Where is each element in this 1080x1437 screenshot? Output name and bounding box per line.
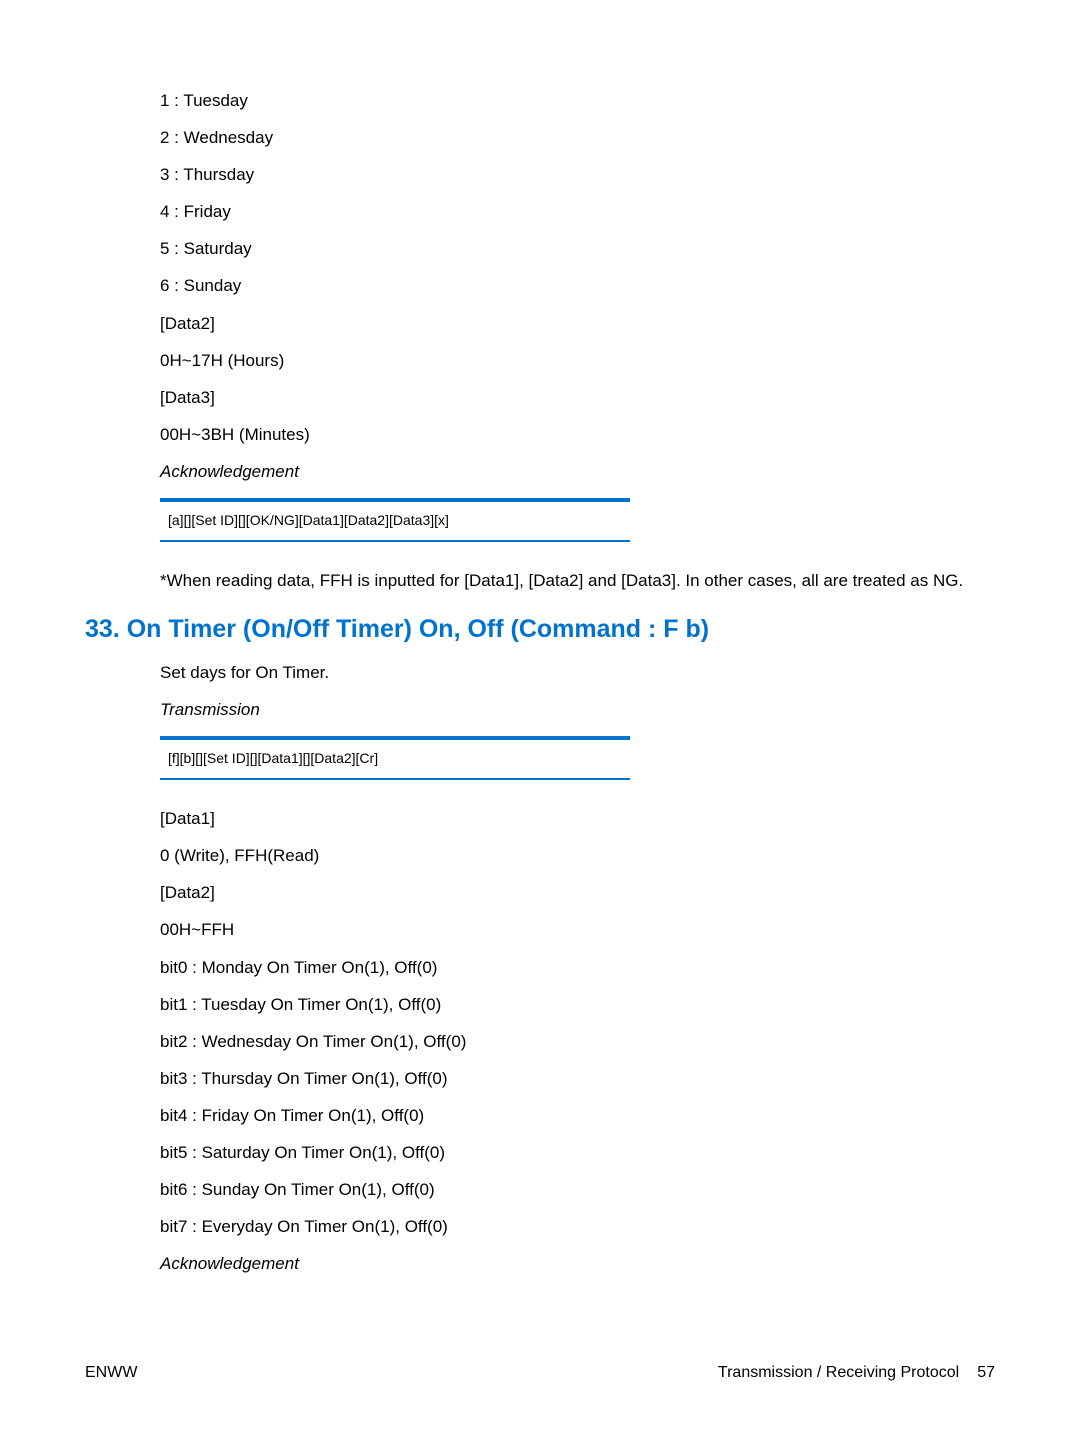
bit-definition: bit2 : Wednesday On Timer On(1), Off(0) <box>160 1031 995 1053</box>
ack-code-box: [a][][Set ID][][OK/NG][Data1][Data2][Dat… <box>160 498 630 542</box>
data2-label: [Data2] <box>160 882 995 904</box>
bit-definition: bit4 : Friday On Timer On(1), Off(0) <box>160 1105 995 1127</box>
section-intro: Set days for On Timer. <box>160 662 995 684</box>
bit-definition: bit1 : Tuesday On Timer On(1), Off(0) <box>160 994 995 1016</box>
data1-label: [Data1] <box>160 808 995 830</box>
day-mapping: 3 : Thursday <box>160 164 995 186</box>
data1-values: 0 (Write), FFH(Read) <box>160 845 995 867</box>
footer-page-number: 57 <box>977 1364 995 1382</box>
page-footer: ENWW Transmission / Receiving Protocol 5… <box>85 1364 995 1382</box>
day-mapping: 6 : Sunday <box>160 275 995 297</box>
day-mapping: 5 : Saturday <box>160 238 995 260</box>
data3-range: 00H~3BH (Minutes) <box>160 424 995 446</box>
note-text: *When reading data, FFH is inputted for … <box>160 570 995 593</box>
section-33-heading: 33. On Timer (On/Off Timer) On, Off (Com… <box>85 615 995 644</box>
data3-label: [Data3] <box>160 387 995 409</box>
footer-section-title: Transmission / Receiving Protocol <box>718 1364 959 1382</box>
transmission-code-text: [f][b][][Set ID][][Data1][][Data2][Cr] <box>168 750 378 766</box>
section-1-content: 1 : Tuesday 2 : Wednesday 3 : Thursday 4… <box>160 90 995 593</box>
transmission-code-box: [f][b][][Set ID][][Data1][][Data2][Cr] <box>160 736 630 780</box>
bit-definition: bit7 : Everyday On Timer On(1), Off(0) <box>160 1216 995 1238</box>
acknowledgement-label: Acknowledgement <box>160 461 995 483</box>
footer-right: Transmission / Receiving Protocol 57 <box>718 1364 995 1382</box>
section-2-content: Set days for On Timer. Transmission [f][… <box>160 662 995 1275</box>
bit-definition: bit0 : Monday On Timer On(1), Off(0) <box>160 957 995 979</box>
data2-label: [Data2] <box>160 313 995 335</box>
data2-range: 00H~FFH <box>160 919 995 941</box>
day-mapping: 4 : Friday <box>160 201 995 223</box>
bit-definition: bit6 : Sunday On Timer On(1), Off(0) <box>160 1179 995 1201</box>
day-mapping: 1 : Tuesday <box>160 90 995 112</box>
acknowledgement-label: Acknowledgement <box>160 1253 995 1275</box>
data2-range: 0H~17H (Hours) <box>160 350 995 372</box>
ack-code-text: [a][][Set ID][][OK/NG][Data1][Data2][Dat… <box>168 512 449 528</box>
day-mapping: 2 : Wednesday <box>160 127 995 149</box>
footer-left: ENWW <box>85 1364 137 1382</box>
bit-definition: bit5 : Saturday On Timer On(1), Off(0) <box>160 1142 995 1164</box>
bit-definition: bit3 : Thursday On Timer On(1), Off(0) <box>160 1068 995 1090</box>
transmission-label: Transmission <box>160 699 995 721</box>
